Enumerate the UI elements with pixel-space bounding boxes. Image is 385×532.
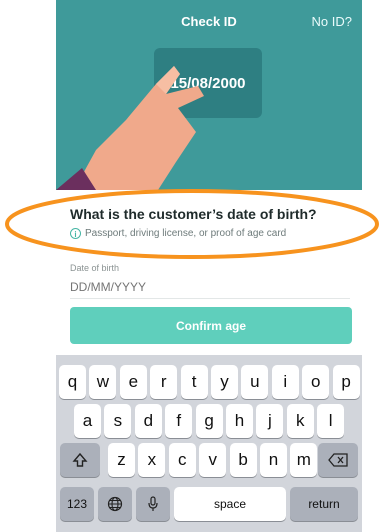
keyboard: 123 space return qwertyuiop asdfghjkl zxcv… xyxy=(56,355,362,532)
dob-hint: i Passport, driving license, or proof of… xyxy=(70,228,286,239)
key-q[interactable]: q xyxy=(59,365,86,399)
confirm-age-button[interactable]: Confirm age xyxy=(70,307,352,344)
key-j[interactable]: j xyxy=(256,404,284,438)
key-c[interactable]: c xyxy=(168,443,196,477)
key-x[interactable]: x xyxy=(138,443,166,477)
dob-question: What is the customer’s date of birth? xyxy=(70,206,317,222)
microphone-icon xyxy=(148,496,158,511)
key-t[interactable]: t xyxy=(180,365,208,399)
key-k[interactable]: k xyxy=(286,404,314,438)
info-icon: i xyxy=(70,228,81,239)
backspace-key[interactable] xyxy=(318,443,358,477)
key-n[interactable]: n xyxy=(260,443,287,477)
dob-underline xyxy=(70,298,350,299)
dob-input[interactable] xyxy=(70,277,348,297)
key-b[interactable]: b xyxy=(229,443,257,477)
shift-key[interactable] xyxy=(60,443,100,477)
shift-icon xyxy=(72,452,88,467)
key-f[interactable]: f xyxy=(165,404,193,438)
key-v[interactable]: v xyxy=(199,443,227,477)
phone-screen: 15/08/2000 Check ID No ID? What is the c… xyxy=(56,0,362,532)
key-w[interactable]: w xyxy=(89,365,117,399)
key-p[interactable]: p xyxy=(332,365,360,399)
dob-hint-text: Passport, driving license, or proof of a… xyxy=(85,228,287,239)
key-o[interactable]: o xyxy=(302,365,330,399)
key-g[interactable]: g xyxy=(195,404,223,438)
key-z[interactable]: z xyxy=(108,443,135,477)
backspace-icon xyxy=(328,453,348,467)
return-key[interactable]: return xyxy=(290,487,358,521)
key-l[interactable]: l xyxy=(317,404,345,438)
key-i[interactable]: i xyxy=(271,365,299,399)
key-a[interactable]: a xyxy=(74,404,101,438)
key-u[interactable]: u xyxy=(241,365,269,399)
dob-label: Date of birth xyxy=(70,263,120,273)
key-e[interactable]: e xyxy=(119,365,147,399)
globe-key[interactable] xyxy=(98,487,132,521)
space-key[interactable]: space xyxy=(174,487,286,521)
key-r[interactable]: r xyxy=(150,365,178,399)
key-y[interactable]: y xyxy=(211,365,238,399)
globe-icon xyxy=(107,496,123,512)
key-d[interactable]: d xyxy=(134,404,162,438)
numbers-key[interactable]: 123 xyxy=(60,487,94,521)
key-s[interactable]: s xyxy=(104,404,132,438)
key-h[interactable]: h xyxy=(226,404,253,438)
key-m[interactable]: m xyxy=(290,443,318,477)
microphone-key[interactable] xyxy=(136,487,170,521)
no-id-link[interactable]: No ID? xyxy=(312,14,352,29)
id-illustration: 15/08/2000 Check ID No ID? xyxy=(56,0,362,190)
